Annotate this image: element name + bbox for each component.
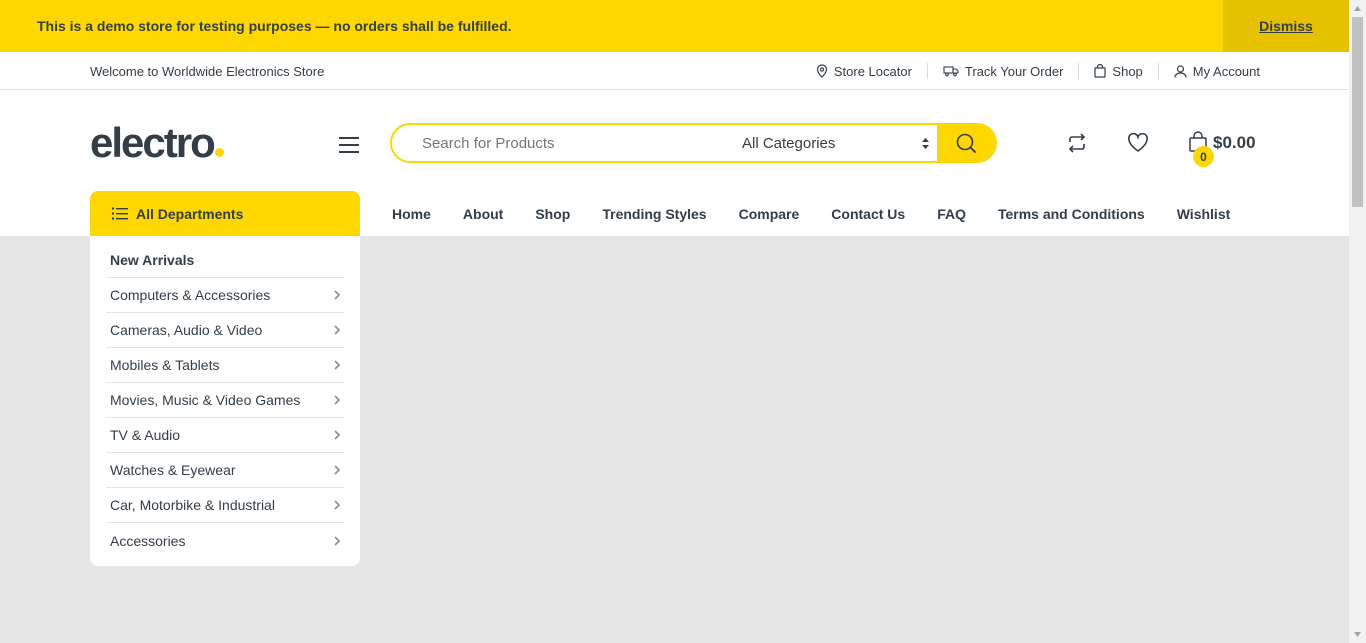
search-icon bbox=[956, 133, 976, 153]
dept-item-label: Movies, Music & Video Games bbox=[110, 392, 301, 408]
cart-count-badge: 0 bbox=[1193, 146, 1214, 167]
top-bar: Welcome to Worldwide Electronics Store S… bbox=[0, 52, 1349, 90]
dept-item-label: Cameras, Audio & Video bbox=[110, 322, 263, 338]
dept-item-label: Mobiles & Tablets bbox=[110, 357, 220, 373]
scroll-up-arrow-icon[interactable] bbox=[1349, 0, 1366, 17]
track-order-link[interactable]: Track Your Order bbox=[926, 63, 1079, 79]
user-icon bbox=[1174, 64, 1187, 78]
my-account-label: My Account bbox=[1192, 63, 1260, 79]
departments-menu: New Arrivals Computers & Accessories Cam… bbox=[90, 236, 360, 566]
dept-item-movies[interactable]: Movies, Music & Video Games bbox=[106, 383, 344, 418]
nav-item-faq[interactable]: FAQ bbox=[921, 206, 982, 222]
list-icon bbox=[112, 207, 128, 220]
logo-dot bbox=[214, 148, 224, 157]
dept-item-tv-audio[interactable]: TV & Audio bbox=[106, 418, 344, 453]
shop-link[interactable]: Shop bbox=[1078, 63, 1157, 79]
dept-item-label: New Arrivals bbox=[110, 252, 195, 268]
nav-item-compare[interactable]: Compare bbox=[723, 206, 816, 222]
search-input[interactable] bbox=[422, 125, 722, 161]
nav-item-wishlist[interactable]: Wishlist bbox=[1161, 206, 1247, 222]
dept-item-label: Computers & Accessories bbox=[110, 287, 271, 303]
dept-item-computers[interactable]: Computers & Accessories bbox=[106, 278, 344, 313]
hamburger-menu-icon[interactable] bbox=[339, 137, 359, 153]
nav-item-home[interactable]: Home bbox=[376, 206, 447, 222]
chevron-right-icon bbox=[334, 497, 341, 513]
all-departments-button[interactable]: All Departments bbox=[90, 191, 360, 236]
dept-item-accessories[interactable]: Accessories bbox=[106, 523, 344, 558]
logo-text: electro bbox=[90, 119, 216, 166]
category-selected-value: All Categories bbox=[742, 134, 836, 152]
page-scrollbar[interactable] bbox=[1349, 0, 1366, 643]
welcome-message: Welcome to Worldwide Electronics Store bbox=[90, 64, 325, 79]
track-order-label: Track Your Order bbox=[964, 63, 1064, 79]
chevron-right-icon bbox=[334, 392, 341, 408]
chevron-right-icon bbox=[334, 533, 341, 549]
nav-item-terms[interactable]: Terms and Conditions bbox=[982, 206, 1161, 222]
main-nav: Home About Shop Trending Styles Compare … bbox=[376, 191, 1246, 236]
demo-notice-text: This is a demo store for testing purpose… bbox=[37, 18, 512, 34]
dept-item-mobiles[interactable]: Mobiles & Tablets bbox=[106, 348, 344, 383]
demo-store-notice: This is a demo store for testing purpose… bbox=[0, 0, 1349, 52]
chevron-right-icon bbox=[334, 462, 341, 478]
select-arrows-icon bbox=[922, 138, 929, 149]
search-button[interactable] bbox=[937, 125, 995, 161]
dept-item-cameras[interactable]: Cameras, Audio & Video bbox=[106, 313, 344, 348]
store-locator-link[interactable]: Store Locator bbox=[801, 63, 927, 79]
chevron-right-icon bbox=[334, 357, 341, 373]
scrollbar-thumb[interactable] bbox=[1352, 17, 1363, 207]
nav-item-about[interactable]: About bbox=[447, 206, 519, 222]
store-locator-label: Store Locator bbox=[833, 63, 912, 79]
map-pin-icon bbox=[816, 64, 827, 78]
scroll-down-arrow-icon[interactable] bbox=[1349, 626, 1366, 643]
truck-icon bbox=[943, 66, 959, 77]
compare-icon[interactable] bbox=[1066, 133, 1088, 158]
dept-item-car-motorbike[interactable]: Car, Motorbike & Industrial bbox=[106, 488, 344, 523]
my-account-link[interactable]: My Account bbox=[1157, 63, 1260, 79]
top-links: Store Locator Track Your Order Shop My A… bbox=[801, 52, 1260, 90]
dept-item-label: Watches & Eyewear bbox=[110, 462, 236, 478]
all-departments-label: All Departments bbox=[136, 205, 244, 222]
logo[interactable]: electro bbox=[90, 122, 224, 164]
dept-item-new-arrivals[interactable]: New Arrivals bbox=[106, 243, 344, 278]
wishlist-heart-icon[interactable] bbox=[1127, 132, 1149, 158]
chevron-right-icon bbox=[334, 287, 341, 303]
nav-item-shop[interactable]: Shop bbox=[519, 206, 586, 222]
dismiss-button[interactable]: Dismiss bbox=[1223, 0, 1349, 52]
dept-item-label: Accessories bbox=[110, 532, 186, 549]
chevron-right-icon bbox=[334, 322, 341, 338]
search-bar: All Categories bbox=[390, 123, 997, 163]
dept-item-label: Car, Motorbike & Industrial bbox=[110, 497, 275, 513]
nav-item-contact-us[interactable]: Contact Us bbox=[815, 206, 921, 222]
nav-item-trending-styles[interactable]: Trending Styles bbox=[586, 206, 722, 222]
shopping-bag-icon bbox=[1094, 64, 1107, 78]
category-select[interactable]: All Categories bbox=[742, 125, 937, 161]
shop-label: Shop bbox=[1112, 63, 1143, 79]
dept-item-watches[interactable]: Watches & Eyewear bbox=[106, 453, 344, 488]
cart-total[interactable]: $0.00 bbox=[1213, 133, 1256, 153]
chevron-right-icon bbox=[334, 427, 341, 443]
dept-item-label: TV & Audio bbox=[110, 427, 181, 443]
